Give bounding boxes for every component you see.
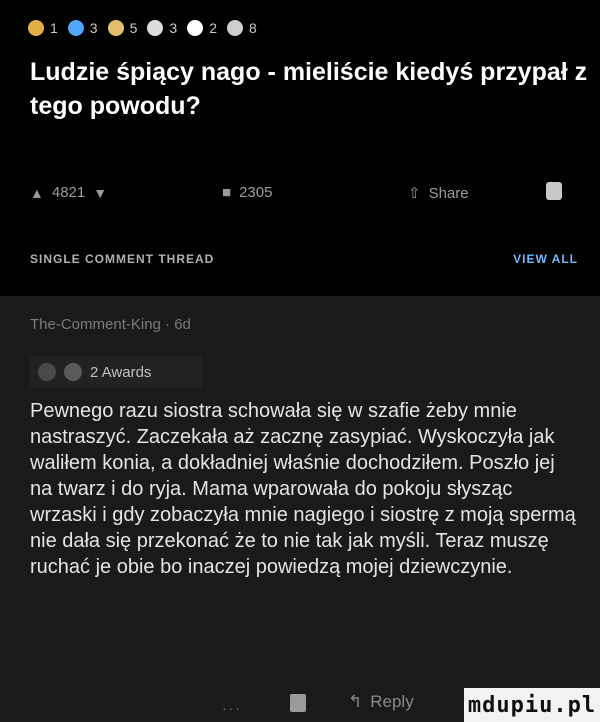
vote-controls: ▲ 4821 ▼ <box>30 184 107 201</box>
vote-count: 4821 <box>51 184 86 201</box>
eye-award-icon <box>147 20 164 36</box>
share-button[interactable]: ⇧ Share <box>408 184 469 203</box>
downvote-icon[interactable]: ▼ <box>93 185 107 201</box>
post-awards[interactable]: 1 3 5 3 2 8 <box>28 10 257 46</box>
gift-icon <box>546 182 562 200</box>
award-helpful[interactable]: 3 <box>67 20 98 36</box>
comment-count: 2305 <box>239 184 273 201</box>
comment-meta[interactable]: The-Comment-King · 6d <box>30 316 191 333</box>
reply-icon: ↰ <box>348 692 363 711</box>
wholesome-award-icon <box>107 20 124 36</box>
award-wholesome[interactable]: 5 <box>107 20 137 36</box>
award-s[interactable]: 2 <box>187 20 217 36</box>
s-award-icon <box>38 363 56 381</box>
thread-bar: SINGLE COMMENT THREAD VIEW ALL <box>30 252 578 266</box>
comment-icon: ■ <box>222 184 232 201</box>
post-header: 1 3 5 3 2 8 Ludzie śpiący nago - mieliśc… <box>0 0 600 296</box>
awards-label: 2 Awards <box>90 363 152 381</box>
award-silver[interactable]: 1 <box>28 20 58 36</box>
post-title: Ludzie śpiący nago - mieliście kiedyś pr… <box>30 58 588 120</box>
upvote-icon[interactable]: ▲ <box>30 185 44 201</box>
reply-label: Reply <box>370 692 414 711</box>
comment-body: Pewnego razu siostra schowała się w szaf… <box>30 400 576 578</box>
silver-award-icon <box>28 20 44 36</box>
gift-icon[interactable] <box>290 694 306 712</box>
gift-button[interactable] <box>546 182 562 200</box>
reply-button[interactable]: ↰ Reply <box>348 692 414 712</box>
watermark-logo: mdupiu.pl <box>464 688 600 722</box>
s-award-icon <box>187 20 204 36</box>
award-laugh[interactable]: 8 <box>226 20 257 36</box>
thread-label: SINGLE COMMENT THREAD <box>30 252 215 266</box>
more-options-button[interactable]: ··· <box>222 700 242 716</box>
award-eye[interactable]: 3 <box>147 20 177 36</box>
laugh-award-icon <box>226 20 243 36</box>
helpful-award-icon <box>67 20 84 36</box>
comments-button[interactable]: ■ 2305 <box>222 184 272 201</box>
share-label: Share <box>428 184 469 202</box>
share-icon: ⇧ <box>408 185 421 202</box>
comment-awards[interactable]: 2 Awards <box>30 356 203 388</box>
view-all-link[interactable]: VIEW ALL <box>513 252 578 266</box>
laugh-award-icon <box>64 363 82 381</box>
